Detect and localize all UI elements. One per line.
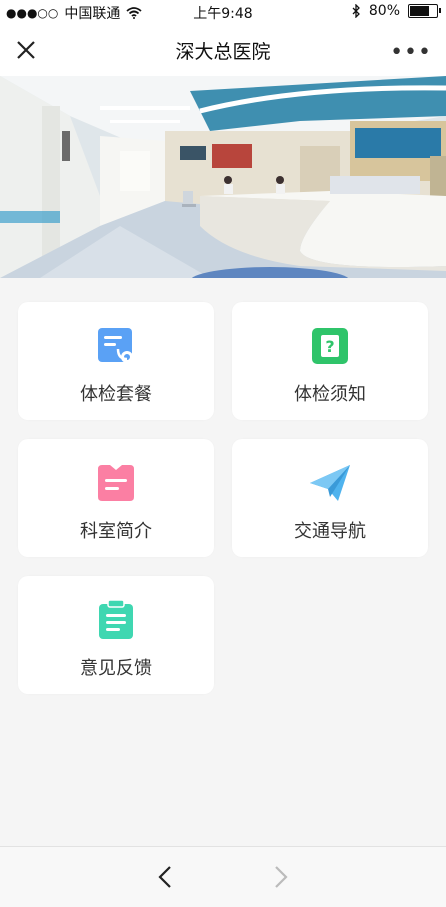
menu-item-checkup-notice[interactable]: ? 体检须知 xyxy=(232,302,428,420)
battery-icon xyxy=(408,4,441,18)
checkup-package-icon xyxy=(98,328,133,363)
svg-text:?: ? xyxy=(325,337,334,356)
menu-item-label: 科室简介 xyxy=(80,521,152,542)
back-arrow-icon[interactable] xyxy=(156,865,176,889)
hospital-banner-image xyxy=(0,76,446,278)
forward-arrow-icon[interactable] xyxy=(270,865,290,889)
menu-item-label: 交通导航 xyxy=(294,521,366,542)
more-options-icon[interactable]: ••• xyxy=(390,40,432,65)
menu-item-label: 意见反馈 xyxy=(80,658,152,679)
menu-item-traffic-navigation[interactable]: 交通导航 xyxy=(232,439,428,557)
department-intro-icon xyxy=(98,465,134,501)
menu-item-label: 体检套餐 xyxy=(80,384,152,405)
clipboard-feedback-icon xyxy=(99,600,133,639)
question-notice-icon: ? xyxy=(312,328,348,364)
menu-item-label: 体检须知 xyxy=(294,384,366,405)
menu-item-feedback[interactable]: 意见反馈 xyxy=(18,576,214,694)
bluetooth-icon xyxy=(352,4,360,18)
menu-item-checkup-package[interactable]: 体检套餐 xyxy=(18,302,214,420)
battery-percent: 80% xyxy=(368,3,400,19)
page-title: 深大总医院 xyxy=(175,41,271,63)
menu-item-department-intro[interactable]: 科室简介 xyxy=(18,439,214,557)
nav-header: 深大总医院 ••• xyxy=(0,24,446,76)
status-bar: ●●●○○ 中国联通 上午9:48 80% xyxy=(0,0,446,24)
bottom-toolbar xyxy=(0,846,446,907)
paper-plane-icon xyxy=(310,465,350,501)
